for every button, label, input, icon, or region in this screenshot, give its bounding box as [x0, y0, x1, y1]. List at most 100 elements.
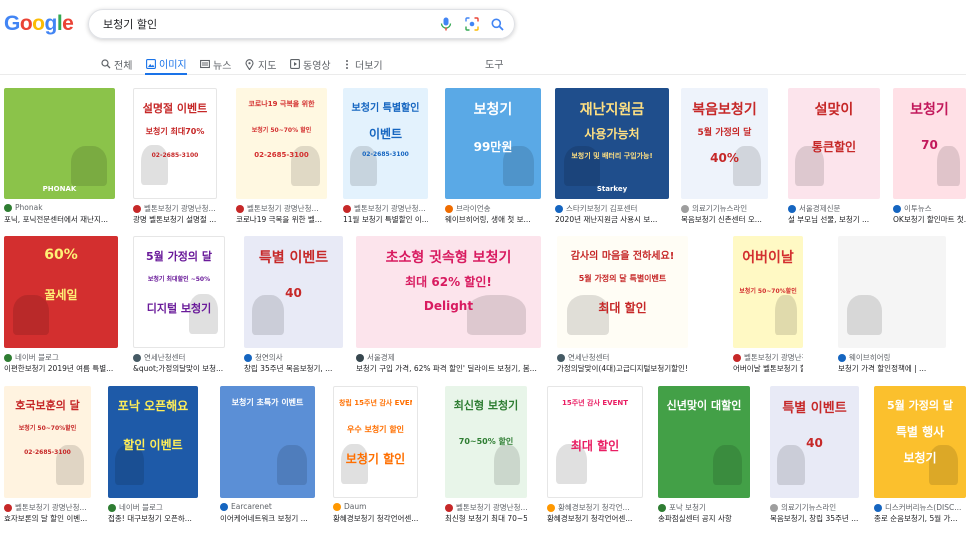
result-source[interactable]: 서울경제신문	[788, 203, 880, 214]
result-source[interactable]: 포낙 보청기	[658, 502, 750, 513]
result-thumbnail[interactable]: 15주년 감사 EVENT 최대 할인	[547, 386, 643, 498]
result-source[interactable]: 스타키보청기 김포센터	[555, 203, 669, 214]
result-title[interactable]: 어버이날 벨톤보청기 할인 ...	[733, 363, 803, 374]
image-result-card[interactable]: 설명절 이벤트 보청기 최대70% 02-2685-3100 벨톤보청기 광명난청..…	[133, 88, 217, 225]
tab-videos[interactable]: 동영상	[289, 54, 331, 74]
result-thumbnail[interactable]: 5월 가정의 달 보청기 최대할인 ~50% 디지털 보청기	[133, 236, 225, 348]
result-source[interactable]: 연세난청센터	[133, 352, 225, 363]
result-title[interactable]: 종로 순음보청기, 5월 가...	[874, 513, 966, 524]
result-source[interactable]: 서울경제	[356, 352, 541, 363]
search-icon[interactable]	[489, 16, 505, 32]
result-source[interactable]: 벨톤보청기 광명난청...	[4, 502, 91, 513]
result-source[interactable]: 디스커버리뉴스(DISC...	[874, 502, 966, 513]
result-source[interactable]: 벨톤보청기 광명난청...	[733, 352, 803, 363]
result-source[interactable]: 네이버 블로그	[4, 352, 118, 363]
result-thumbnail[interactable]: 재난지원금 사용가능처 보청기 및 배터리 구입가능! Starkey	[555, 88, 669, 199]
result-source[interactable]: Phonak	[4, 203, 115, 212]
camera-search-icon[interactable]	[464, 16, 480, 32]
result-title[interactable]: 설 부모님 선물, 보청기 ...	[788, 214, 880, 225]
image-result-card[interactable]: 보청기 99만원브라이언송 웨이브히어링, 생애 첫 보...	[445, 88, 541, 225]
result-thumbnail[interactable]: 신년맞이 대할인	[658, 386, 750, 498]
result-source[interactable]: 벨톤보청기 광명난청...	[445, 502, 527, 513]
result-title[interactable]: 보청기 구입 가격, 62% 파격 할인' 딜라이트 보청기, 봄...	[356, 363, 541, 374]
result-thumbnail[interactable]: 설맞이 통큰할인	[788, 88, 880, 199]
result-thumbnail[interactable]: PHONAK	[4, 88, 115, 199]
result-title[interactable]: &quot;가정의달맞이 보청...	[133, 363, 225, 374]
image-result-card[interactable]: 60% 꿀세일 네이버 블로그 이편한보청기 2019년 여름 특별...	[4, 236, 118, 374]
result-title[interactable]: 웨이브히어링, 생애 첫 보...	[445, 214, 541, 225]
result-thumbnail[interactable]: 복음보청기 5월 가정의 달 40%	[681, 88, 768, 199]
result-title[interactable]: 광명 벨톤보청기 설명절 ...	[133, 214, 217, 225]
image-result-card[interactable]: 웨이브히어링 보청기 가격 할인정책에 | ...	[838, 236, 946, 374]
result-thumbnail[interactable]	[838, 236, 946, 348]
result-source[interactable]: 벨톤보청기 광명난청...	[343, 203, 428, 214]
result-thumbnail[interactable]: 60% 꿀세일	[4, 236, 118, 348]
result-source[interactable]: 네이버 블로그	[108, 502, 198, 513]
tools-button[interactable]: 도구	[485, 56, 503, 71]
result-thumbnail[interactable]: 5월 가정의 달 특별 행사 보청기	[874, 386, 966, 498]
result-title[interactable]: OK보청기 할인마트 첫...	[893, 214, 966, 225]
result-source[interactable]: 의료기기뉴스라인	[770, 502, 859, 513]
image-result-card[interactable]: 보청기 특별할인 이벤트 02-2685-3100 벨톤보청기 광명난청... 11월 …	[343, 88, 428, 225]
result-thumbnail[interactable]: 초소형 귓속형 보청기 최대 62% 할인! Delight	[356, 236, 541, 348]
image-result-card[interactable]: 감사의 마음을 전하세요! 5월 가정의 달 특별이벤트 최대 할인 연세난청센터 가정…	[557, 236, 688, 374]
result-thumbnail[interactable]: 포낙 오픈해요 할인 이벤트	[108, 386, 198, 498]
result-title[interactable]: 2020년 재난지원금 사용시 보...	[555, 214, 669, 225]
image-result-card[interactable]: 재난지원금 사용가능처 보청기 및 배터리 구입가능! Starkey 스타키보청기 김…	[555, 88, 669, 225]
image-result-card[interactable]: 어버이날보청기 50~70%할인벨톤보청기 광명난청...어버이날 벨톤보청기 …	[733, 236, 803, 374]
result-title[interactable]: 최신형 보청기 최대 70~5...	[445, 513, 527, 524]
image-result-card[interactable]: 최신형 보청기 70~50% 할인벨톤보청기 광명난청... 최신형 보청기 최대 …	[445, 386, 527, 524]
result-thumbnail[interactable]: 특별 이벤트 40	[770, 386, 859, 498]
result-title[interactable]: 효자보론의 달 할인 이벤...	[4, 513, 91, 524]
result-thumbnail[interactable]: 보청기 99만원	[445, 88, 541, 199]
microphone-icon[interactable]	[438, 16, 454, 32]
result-title[interactable]: 창립 35주년 복음보청기, ...	[244, 363, 343, 374]
result-title[interactable]: 복음보청기 신촌센터 오...	[681, 214, 768, 225]
result-title[interactable]: 황혜경보청기 청각언어센...	[333, 513, 418, 524]
result-thumbnail[interactable]: 보청기 초특가 이벤트	[220, 386, 315, 498]
result-title[interactable]: 접종! 대구보청기 오픈하...	[108, 513, 198, 524]
image-result-card[interactable]: 신년맞이 대할인포낙 보청기 송파점실센터 공지 사항	[658, 386, 750, 524]
tab-all[interactable]: 전체	[100, 54, 132, 74]
image-result-card[interactable]: 창립 15주년 감사 EVENT 우수 보청기 할인보청기 할인 Daum 황혜경보청…	[333, 386, 418, 524]
result-thumbnail[interactable]: 감사의 마음을 전하세요! 5월 가정의 달 특별이벤트 최대 할인	[557, 236, 688, 348]
image-result-card[interactable]: 5월 가정의 달 보청기 최대할인 ~50% 디지털 보청기연세난청센터 &quot;…	[133, 236, 225, 374]
result-title[interactable]: 이어케어네트워크 보청기 ...	[220, 513, 315, 524]
image-result-card[interactable]: 설맞이 통큰할인서울경제신문 설 부모님 선물, 보청기 ...	[788, 88, 880, 225]
tab-news[interactable]: 뉴스	[199, 54, 231, 74]
result-source[interactable]: 벨톤보청기 광명난청...	[133, 203, 217, 214]
result-thumbnail[interactable]: 특별 이벤트 40	[244, 236, 343, 348]
image-result-card[interactable]: 복음보청기 5월 가정의 달 40% 의료기기뉴스라인 복음보청기 신촌센터 오...	[681, 88, 768, 225]
result-title[interactable]: 코로나19 극복을 위한 벨...	[236, 214, 327, 225]
result-source[interactable]: 연세난청센터	[557, 352, 688, 363]
result-source[interactable]: 황혜경보청기 청각언...	[547, 502, 643, 513]
image-result-card[interactable]: 초소형 귓속형 보청기 최대 62% 할인! Delight 서울경제 보청기 구입 가…	[356, 236, 541, 374]
result-source[interactable]: 브라이언송	[445, 203, 541, 214]
image-result-card[interactable]: PHONAK Phonak 포닉, 포닉전문센터에서 재난지...	[4, 88, 115, 225]
google-logo[interactable]: Google	[4, 12, 74, 36]
image-result-card[interactable]: 코로나19 극복을 위한 보청기 50~70% 할인 02-2685-3100 벨톤보…	[236, 88, 327, 225]
result-source[interactable]: 이투뉴스	[893, 203, 966, 214]
image-result-card[interactable]: 보청기 초특가 이벤트 Earcarenet 이어케어네트워크 보청기 ...	[220, 386, 315, 524]
result-thumbnail[interactable]: 코로나19 극복을 위한 보청기 50~70% 할인 02-2685-3100	[236, 88, 327, 199]
search-input[interactable]: 보청기 할인	[103, 16, 157, 32]
tab-images[interactable]: 이미지	[145, 54, 187, 75]
result-thumbnail[interactable]: 최신형 보청기 70~50% 할인	[445, 386, 527, 498]
result-thumbnail[interactable]: 호국보훈의 달 보청기 50~70%할인 02-2685-3100	[4, 386, 91, 498]
result-title[interactable]: 11월 보청기 특별할인 이...	[343, 214, 428, 225]
tab-more[interactable]: 더보기	[341, 54, 383, 74]
result-title[interactable]: 황혜경보청기 청각언어센...	[547, 513, 643, 524]
result-source[interactable]: 벨톤보청기 광명난청...	[236, 203, 327, 214]
result-title[interactable]: 송파점실센터 공지 사항	[658, 513, 750, 524]
result-thumbnail[interactable]: 보청기 특별할인 이벤트 02-2685-3100	[343, 88, 428, 199]
image-result-card[interactable]: 보청기 70 이투뉴스 OK보청기 할인마트 첫...	[893, 88, 966, 225]
result-title[interactable]: 포닉, 포닉전문센터에서 재난지...	[4, 214, 115, 225]
result-title[interactable]: 보청기 가격 할인정책에 | ...	[838, 363, 946, 374]
tab-maps[interactable]: 지도	[244, 54, 276, 74]
image-result-card[interactable]: 5월 가정의 달 특별 행사 보청기디스커버리뉴스(DISC... 종로 순음보청기,…	[874, 386, 966, 524]
image-result-card[interactable]: 포낙 오픈해요 할인 이벤트네이버 블로그 접종! 대구보청기 오픈하...	[108, 386, 198, 524]
result-source[interactable]: 청연의사	[244, 352, 343, 363]
result-source[interactable]: Daum	[333, 502, 418, 511]
result-source[interactable]: 의료기기뉴스라인	[681, 203, 768, 214]
result-thumbnail[interactable]: 어버이날 보청기 50~70%할인	[733, 236, 803, 348]
